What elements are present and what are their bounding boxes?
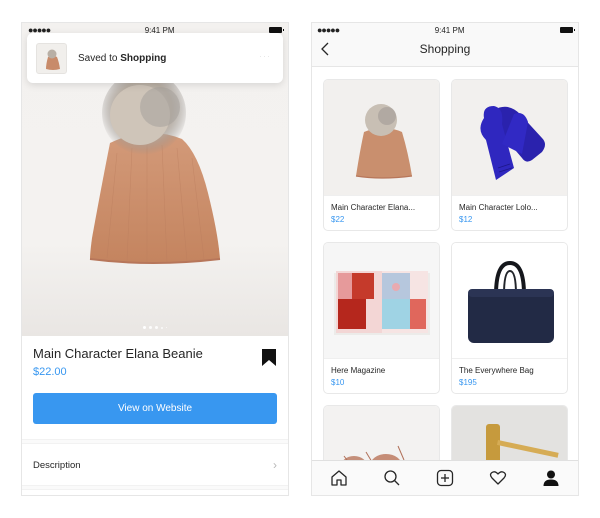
saved-to-collection-toast[interactable]: Saved to Shopping ···: [27, 33, 283, 83]
tab-search[interactable]: [382, 468, 402, 488]
product-info: Main Character Elana Beanie $22.00: [22, 336, 288, 378]
product-image-beanie: [324, 80, 439, 196]
product-title: Main Character Elana Beanie: [33, 346, 203, 361]
product-price: $10: [331, 378, 345, 387]
product-image-bag: [452, 243, 567, 359]
bookmark-icon[interactable]: [262, 349, 276, 366]
tab-home[interactable]: [329, 468, 349, 488]
toast-collection-link[interactable]: Shopping: [120, 53, 166, 64]
description-label: Description: [33, 459, 81, 471]
product-name: Here Magazine: [331, 366, 386, 375]
carousel-dot: [161, 326, 163, 329]
bottom-tab-bar: [312, 460, 578, 495]
search-icon: [384, 470, 400, 486]
carousel-dot-active: [143, 326, 146, 329]
heart-icon: [490, 471, 507, 485]
divider: [22, 485, 288, 490]
page-title: Shopping: [419, 42, 471, 56]
home-icon: [330, 470, 347, 486]
product-price: $22.00: [33, 366, 67, 378]
carousel-dot: [166, 327, 167, 328]
product-card[interactable]: Main Character Elana... $22: [323, 79, 440, 231]
product-price: $12: [459, 215, 473, 224]
status-time: 9:41 PM: [434, 25, 465, 35]
toast-product-thumbnail: [36, 42, 67, 74]
toast-message: Saved to Shopping: [78, 53, 166, 64]
shopping-collection-screen: ●●●●● 9:41 PM Shopping Main Character El…: [311, 22, 579, 496]
product-name: Main Character Elana...: [331, 203, 416, 212]
chevron-right-icon: ›: [273, 458, 277, 472]
product-image-mittens: [452, 80, 567, 196]
battery-icon: [559, 27, 575, 33]
nav-header: ●●●●● 9:41 PM Shopping: [312, 23, 578, 67]
tab-activity[interactable]: [488, 468, 508, 488]
beanie-image: [89, 71, 221, 264]
tab-new-post[interactable]: [435, 468, 455, 488]
divider: [22, 439, 288, 444]
view-on-website-button[interactable]: View on Website: [33, 393, 277, 424]
product-detail-screen: ●●●●● 9:41 PM Saved to Shopping ··· Main…: [21, 22, 289, 496]
signal-indicator: ●●●●●: [317, 25, 340, 35]
carousel-dot: [149, 326, 152, 329]
description-row[interactable]: Description ›: [22, 447, 288, 483]
product-card[interactable]: Main Character Lolo... $12: [451, 79, 568, 231]
product-card[interactable]: Here Magazine $10: [323, 242, 440, 394]
more-options-icon: ···: [259, 51, 271, 61]
carousel-dot: [155, 326, 158, 329]
product-image-magazine: [324, 243, 439, 359]
product-name: The Everywhere Bag: [459, 366, 534, 375]
product-price: $22: [331, 215, 345, 224]
tab-profile[interactable]: [541, 468, 561, 488]
toast-prefix: Saved to: [78, 52, 121, 64]
carousel-page-indicator[interactable]: [22, 326, 288, 329]
status-bar: ●●●●● 9:41 PM: [312, 23, 578, 37]
product-card[interactable]: The Everywhere Bag $195: [451, 242, 568, 394]
product-price: $195: [459, 378, 477, 387]
product-grid: Main Character Elana... $22 Main Charact…: [323, 79, 568, 475]
add-post-icon: [436, 469, 454, 487]
product-name: Main Character Lolo...: [459, 203, 538, 212]
profile-icon: [543, 470, 559, 486]
